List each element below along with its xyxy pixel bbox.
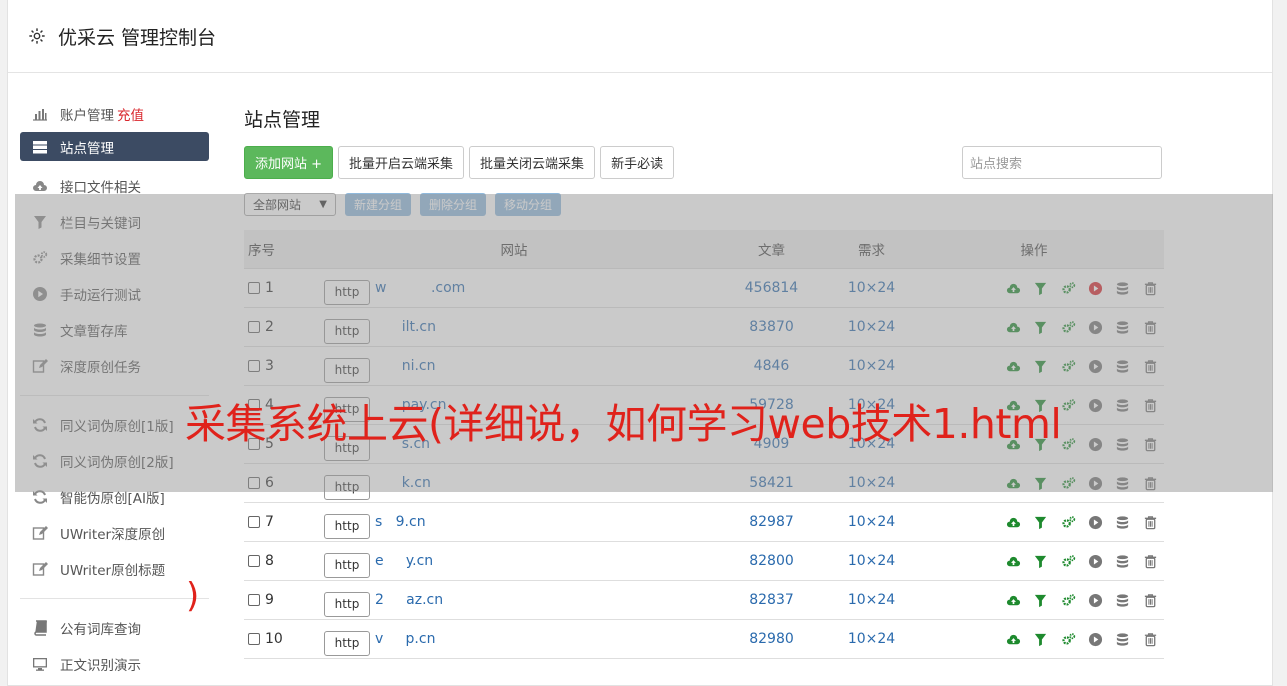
guide-button[interactable]: 新手必读 <box>600 146 675 179</box>
demand-value[interactable]: 10×24 <box>839 553 904 569</box>
table-row: 8 http e y.cn 82800 10×24 <box>244 542 1164 581</box>
app-title: 优采云 管理控制台 <box>58 26 217 49</box>
row-checkbox[interactable] <box>248 555 260 567</box>
protocol-badge[interactable]: http <box>324 552 370 578</box>
row-site: http s 9.cn <box>324 506 704 539</box>
filter-icon[interactable] <box>1027 554 1054 569</box>
bar-chart-icon <box>31 105 49 123</box>
sidebar-item-b-3[interactable]: UWriter深度原创 <box>20 515 209 551</box>
sidebar-item-label: UWriter深度原创 <box>60 527 166 543</box>
top-bar: 优采云 管理控制台 <box>8 0 1272 73</box>
article-count[interactable]: 82980 <box>704 631 839 647</box>
sidebar-item-c-0[interactable]: 公有词库查询 <box>20 610 209 646</box>
upload-cloud-icon[interactable] <box>1000 515 1027 530</box>
sidebar-item-b-4[interactable]: UWriter原创标题 <box>20 551 209 587</box>
play-icon[interactable] <box>1082 554 1109 569</box>
row-no: 10 <box>244 631 324 647</box>
row-no: 9 <box>244 592 324 608</box>
demand-value[interactable]: 10×24 <box>839 514 904 530</box>
row-actions <box>904 632 1164 647</box>
gears-icon[interactable] <box>1055 593 1082 608</box>
table-row: 10 http v p.cn 82980 10×24 <box>244 620 1164 659</box>
row-actions <box>904 593 1164 608</box>
upload-cloud-icon[interactable] <box>1000 593 1027 608</box>
sidebar-item-label: 账户管理 <box>60 108 114 124</box>
row-no: 7 <box>244 514 324 530</box>
batch-close-button[interactable]: 批量关闭云端采集 <box>469 146 596 179</box>
play-icon[interactable] <box>1082 593 1109 608</box>
page-title: 站点管理 <box>244 109 321 131</box>
row-site: http 2 az.cn <box>324 584 704 617</box>
row-checkbox[interactable] <box>248 633 260 645</box>
row-number: 7 <box>265 514 274 530</box>
sidebar-item-label: 正文识别演示 <box>60 658 141 674</box>
protocol-badge[interactable]: http <box>324 630 370 656</box>
database-icon[interactable] <box>1109 554 1136 569</box>
sidebar-item-label: 站点管理 <box>60 140 114 157</box>
article-count[interactable]: 82800 <box>704 553 839 569</box>
filter-icon[interactable] <box>1027 515 1054 530</box>
cloud-upload-icon <box>31 177 49 195</box>
site-domain-link[interactable]: 2 az.cn <box>375 592 443 608</box>
protocol-badge[interactable]: http <box>324 513 370 539</box>
sidebar-item-label: 公有词库查询 <box>60 622 141 638</box>
demand-value[interactable]: 10×24 <box>839 631 904 647</box>
row-actions <box>904 515 1164 530</box>
trash-icon[interactable] <box>1137 632 1164 647</box>
row-number: 8 <box>265 553 274 569</box>
article-count[interactable]: 82987 <box>704 514 839 530</box>
protocol-badge[interactable]: http <box>324 591 370 617</box>
gear-icon <box>29 28 45 44</box>
watermark-text: 采集系统上云(详细说，如何学习web技术1.html <box>185 400 1062 448</box>
site-domain-link[interactable]: s 9.cn <box>375 514 426 530</box>
demand-value[interactable]: 10×24 <box>839 592 904 608</box>
row-checkbox[interactable] <box>248 594 260 606</box>
table-row: 9 http 2 az.cn 82837 10×24 <box>244 581 1164 620</box>
sidebar-item-c-1[interactable]: 正文识别演示 <box>20 646 209 682</box>
table-row: 7 http s 9.cn 82987 10×24 <box>244 503 1164 542</box>
upload-cloud-icon[interactable] <box>1000 554 1027 569</box>
monitor-icon <box>31 655 49 673</box>
recharge-link[interactable]: 充值 <box>117 104 144 124</box>
toolbar: 添加网站 + 批量开启云端采集 批量关闭云端采集 新手必读 站点搜索 <box>244 146 1244 179</box>
server-icon <box>31 138 49 156</box>
site-domain-link[interactable]: e y.cn <box>375 553 433 569</box>
batch-open-button[interactable]: 批量开启云端采集 <box>338 146 465 179</box>
row-site: http v p.cn <box>324 623 704 656</box>
sidebar-divider <box>20 598 209 599</box>
database-icon[interactable] <box>1109 515 1136 530</box>
filter-icon[interactable] <box>1027 593 1054 608</box>
row-actions <box>904 554 1164 569</box>
gears-icon[interactable] <box>1055 632 1082 647</box>
add-site-button[interactable]: 添加网站 + <box>244 146 334 179</box>
sidebar-item-a-0[interactable]: 账户管理 充值 <box>20 96 209 132</box>
play-icon[interactable] <box>1082 632 1109 647</box>
database-icon[interactable] <box>1109 632 1136 647</box>
row-no: 8 <box>244 553 324 569</box>
row-number: 10 <box>265 631 283 647</box>
site-search-input[interactable]: 站点搜索 <box>962 146 1162 179</box>
play-icon[interactable] <box>1082 515 1109 530</box>
book-icon <box>31 619 49 637</box>
sidebar-item-a-1[interactable]: 站点管理 <box>20 132 209 161</box>
gears-icon[interactable] <box>1055 554 1082 569</box>
sidebar-item-label: UWriter原创标题 <box>60 563 166 579</box>
trash-icon[interactable] <box>1137 593 1164 608</box>
trash-icon[interactable] <box>1137 515 1164 530</box>
row-site: http e y.cn <box>324 545 704 578</box>
site-domain-link[interactable]: v p.cn <box>375 631 435 647</box>
edit-icon <box>31 524 49 542</box>
edit-icon <box>31 560 49 578</box>
row-checkbox[interactable] <box>248 516 260 528</box>
trash-icon[interactable] <box>1137 554 1164 569</box>
row-number: 9 <box>265 592 274 608</box>
upload-cloud-icon[interactable] <box>1000 632 1027 647</box>
gears-icon[interactable] <box>1055 515 1082 530</box>
sidebar-item-label: 接口文件相关 <box>60 180 141 196</box>
article-count[interactable]: 82837 <box>704 592 839 608</box>
filter-icon[interactable] <box>1027 632 1054 647</box>
watermark-paren: ) <box>186 576 200 616</box>
database-icon[interactable] <box>1109 593 1136 608</box>
